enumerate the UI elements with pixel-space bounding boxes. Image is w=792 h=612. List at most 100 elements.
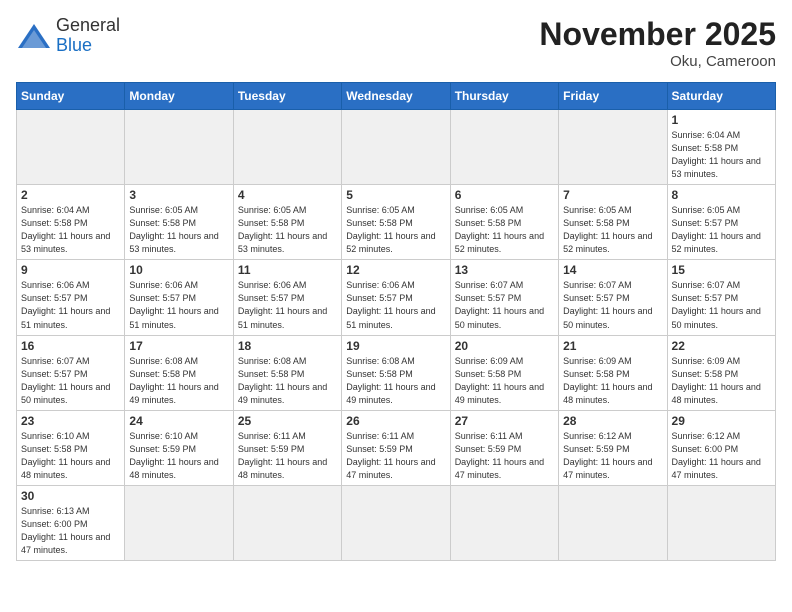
day-info: Sunrise: 6:04 AMSunset: 5:58 PMDaylight:… [21, 204, 120, 256]
calendar-cell: 15 Sunrise: 6:07 AMSunset: 5:57 PMDayligh… [667, 260, 775, 335]
calendar-cell: 28Sunrise: 6:12 AMSunset: 5:59 PMDayligh… [559, 410, 667, 485]
day-number: 8 [672, 188, 771, 202]
day-number: 20 [455, 339, 554, 353]
calendar-week-3: 9 Sunrise: 6:06 AMSunset: 5:57 PMDaylight… [17, 260, 776, 335]
day-number: 25 [238, 414, 337, 428]
day-number: 29 [672, 414, 771, 428]
day-number: 10 [129, 263, 228, 277]
calendar-cell: 17 Sunrise: 6:08 AMSunset: 5:58 PMDayligh… [125, 335, 233, 410]
col-header-monday: Monday [125, 83, 233, 110]
day-info: Sunrise: 6:05 AMSunset: 5:58 PMDaylight:… [563, 204, 662, 256]
calendar-cell [342, 485, 450, 560]
day-number: 11 [238, 263, 337, 277]
day-number: 5 [346, 188, 445, 202]
day-number: 27 [455, 414, 554, 428]
col-header-saturday: Saturday [667, 83, 775, 110]
calendar-cell: 27Sunrise: 6:11 AMSunset: 5:59 PMDayligh… [450, 410, 558, 485]
col-header-friday: Friday [559, 83, 667, 110]
day-number: 7 [563, 188, 662, 202]
calendar-cell: 5Sunrise: 6:05 AMSunset: 5:58 PMDaylight… [342, 185, 450, 260]
col-header-thursday: Thursday [450, 83, 558, 110]
day-number: 15 [672, 263, 771, 277]
calendar-cell: 26Sunrise: 6:11 AMSunset: 5:59 PMDayligh… [342, 410, 450, 485]
logo-icon [16, 22, 52, 50]
calendar-week-5: 23Sunrise: 6:10 AMSunset: 5:58 PMDayligh… [17, 410, 776, 485]
page-header: General Blue November 2025 Oku, Cameroon [16, 16, 776, 70]
calendar-week-6: 30 Sunrise: 6:13 AMSunset: 6:00 PMDayligh… [17, 485, 776, 560]
day-info: Sunrise: 6:05 AMSunset: 5:57 PMDaylight:… [672, 204, 771, 256]
day-number: 26 [346, 414, 445, 428]
calendar-cell: 20 Sunrise: 6:09 AMSunset: 5:58 PMDayligh… [450, 335, 558, 410]
calendar-cell: 25 Sunrise: 6:11 AMSunset: 5:59 PMDayligh… [233, 410, 341, 485]
calendar-cell: 2 Sunrise: 6:04 AMSunset: 5:58 PMDaylight… [17, 185, 125, 260]
day-info: Sunrise: 6:11 AMSunset: 5:59 PMDaylight:… [238, 430, 337, 482]
day-info: Sunrise: 6:07 AMSunset: 5:57 PMDaylight:… [455, 279, 554, 331]
day-number: 6 [455, 188, 554, 202]
calendar-cell [342, 110, 450, 185]
day-number: 2 [21, 188, 120, 202]
day-info: Sunrise: 6:06 AMSunset: 5:57 PMDaylight:… [346, 279, 445, 331]
day-info: Sunrise: 6:05 AMSunset: 5:58 PMDaylight:… [455, 204, 554, 256]
day-number: 14 [563, 263, 662, 277]
calendar-week-1: 1Sunrise: 6:04 AMSunset: 5:58 PMDaylight… [17, 110, 776, 185]
calendar-cell: 16 Sunrise: 6:07 AMSunset: 5:57 PMDayligh… [17, 335, 125, 410]
day-number: 19 [346, 339, 445, 353]
day-info: Sunrise: 6:12 AMSunset: 6:00 PMDaylight:… [672, 430, 771, 482]
day-info: Sunrise: 6:07 AMSunset: 5:57 PMDaylight:… [672, 279, 771, 331]
day-number: 21 [563, 339, 662, 353]
calendar-cell: 18 Sunrise: 6:08 AMSunset: 5:58 PMDayligh… [233, 335, 341, 410]
day-info: Sunrise: 6:07 AMSunset: 5:57 PMDaylight:… [21, 355, 120, 407]
calendar: SundayMondayTuesdayWednesdayThursdayFrid… [16, 82, 776, 561]
day-number: 17 [129, 339, 228, 353]
calendar-cell [667, 485, 775, 560]
calendar-cell: 29 Sunrise: 6:12 AMSunset: 6:00 PMDayligh… [667, 410, 775, 485]
day-info: Sunrise: 6:06 AMSunset: 5:57 PMDaylight:… [129, 279, 228, 331]
calendar-cell [233, 110, 341, 185]
day-number: 3 [129, 188, 228, 202]
calendar-cell [450, 110, 558, 185]
calendar-cell: 23Sunrise: 6:10 AMSunset: 5:58 PMDayligh… [17, 410, 125, 485]
calendar-cell: 8 Sunrise: 6:05 AMSunset: 5:57 PMDaylight… [667, 185, 775, 260]
calendar-cell: 4Sunrise: 6:05 AMSunset: 5:58 PMDaylight… [233, 185, 341, 260]
location: Oku, Cameroon [539, 53, 776, 70]
day-number: 4 [238, 188, 337, 202]
day-info: Sunrise: 6:10 AMSunset: 5:58 PMDaylight:… [21, 430, 120, 482]
day-info: Sunrise: 6:08 AMSunset: 5:58 PMDaylight:… [346, 355, 445, 407]
day-info: Sunrise: 6:06 AMSunset: 5:57 PMDaylight:… [21, 279, 120, 331]
month-title: November 2025 [539, 16, 776, 53]
calendar-week-4: 16 Sunrise: 6:07 AMSunset: 5:57 PMDayligh… [17, 335, 776, 410]
day-number: 9 [21, 263, 120, 277]
calendar-cell: 7 Sunrise: 6:05 AMSunset: 5:58 PMDaylight… [559, 185, 667, 260]
calendar-cell [450, 485, 558, 560]
col-header-wednesday: Wednesday [342, 83, 450, 110]
logo-text: General Blue [56, 16, 120, 56]
calendar-week-2: 2 Sunrise: 6:04 AMSunset: 5:58 PMDaylight… [17, 185, 776, 260]
calendar-cell [17, 110, 125, 185]
col-header-tuesday: Tuesday [233, 83, 341, 110]
day-info: Sunrise: 6:09 AMSunset: 5:58 PMDaylight:… [455, 355, 554, 407]
calendar-header-row: SundayMondayTuesdayWednesdayThursdayFrid… [17, 83, 776, 110]
logo: General Blue [16, 16, 120, 56]
day-number: 12 [346, 263, 445, 277]
day-info: Sunrise: 6:13 AMSunset: 6:00 PMDaylight:… [21, 505, 120, 557]
day-number: 13 [455, 263, 554, 277]
day-info: Sunrise: 6:08 AMSunset: 5:58 PMDaylight:… [129, 355, 228, 407]
day-number: 16 [21, 339, 120, 353]
day-info: Sunrise: 6:06 AMSunset: 5:57 PMDaylight:… [238, 279, 337, 331]
calendar-cell: 21Sunrise: 6:09 AMSunset: 5:58 PMDayligh… [559, 335, 667, 410]
day-info: Sunrise: 6:09 AMSunset: 5:58 PMDaylight:… [672, 355, 771, 407]
calendar-cell: 22 Sunrise: 6:09 AMSunset: 5:58 PMDayligh… [667, 335, 775, 410]
day-number: 18 [238, 339, 337, 353]
calendar-cell: 1Sunrise: 6:04 AMSunset: 5:58 PMDaylight… [667, 110, 775, 185]
calendar-cell: 14Sunrise: 6:07 AMSunset: 5:57 PMDayligh… [559, 260, 667, 335]
day-number: 22 [672, 339, 771, 353]
calendar-cell [125, 110, 233, 185]
day-info: Sunrise: 6:08 AMSunset: 5:58 PMDaylight:… [238, 355, 337, 407]
day-number: 30 [21, 489, 120, 503]
calendar-cell [559, 110, 667, 185]
calendar-cell: 13 Sunrise: 6:07 AMSunset: 5:57 PMDayligh… [450, 260, 558, 335]
title-block: November 2025 Oku, Cameroon [539, 16, 776, 70]
calendar-cell: 24Sunrise: 6:10 AMSunset: 5:59 PMDayligh… [125, 410, 233, 485]
day-info: Sunrise: 6:10 AMSunset: 5:59 PMDaylight:… [129, 430, 228, 482]
day-number: 28 [563, 414, 662, 428]
